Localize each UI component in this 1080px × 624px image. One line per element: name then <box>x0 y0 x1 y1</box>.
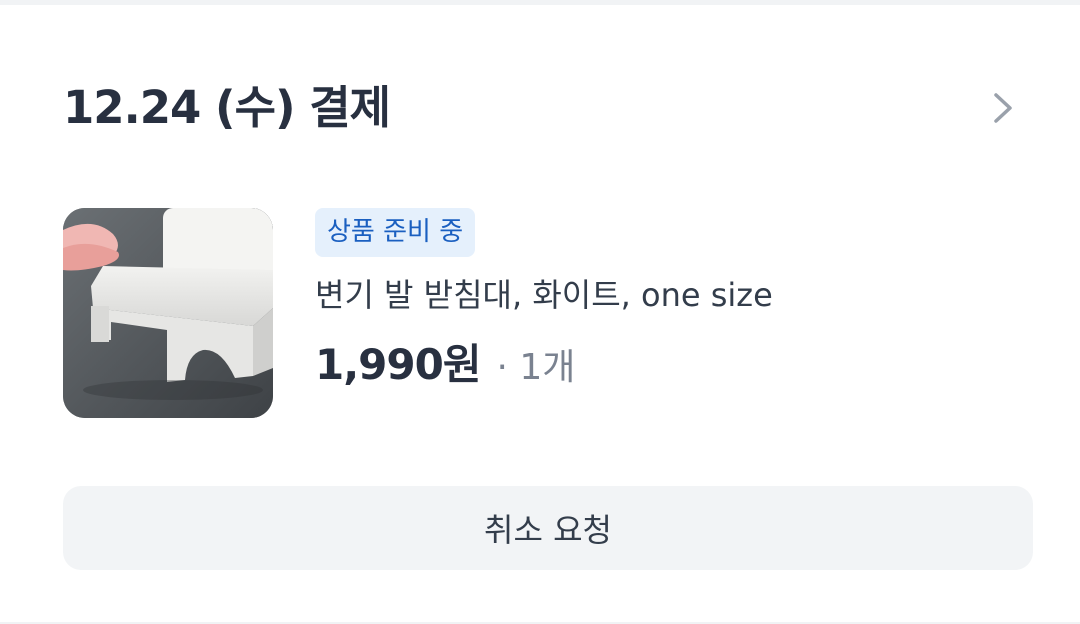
product-price: 1,990원 <box>315 340 481 389</box>
order-header-link[interactable]: 12.24 (수) 결제 <box>63 76 1023 140</box>
product-info: 상품 준비 중 변기 발 받침대, 화이트, one size 1,990원 ·… <box>315 208 1015 392</box>
product-image[interactable] <box>63 208 273 418</box>
chevron-right-icon[interactable] <box>983 88 1023 128</box>
order-status-badge: 상품 준비 중 <box>315 208 476 257</box>
product-name[interactable]: 변기 발 받침대, 화이트, one size <box>315 273 1015 317</box>
product-quantity: · 1개 <box>496 347 576 388</box>
price-row: 1,990원 · 1개 <box>315 331 1015 392</box>
cancel-request-button[interactable]: 취소 요청 <box>63 486 1033 570</box>
order-date-title: 12.24 (수) 결제 <box>63 81 391 134</box>
section-divider <box>0 0 1080 5</box>
order-card: 12.24 (수) 결제 상품 준비 중 변기 발 받침대, 화이트, one … <box>0 0 1080 624</box>
